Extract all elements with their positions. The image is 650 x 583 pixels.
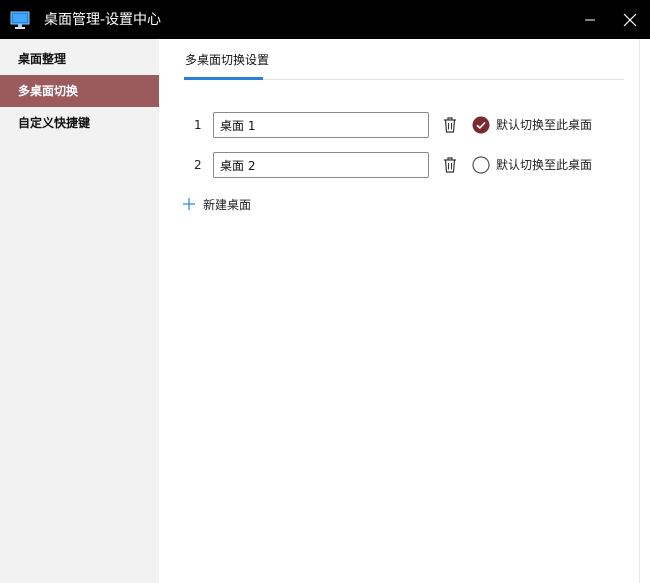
sidebar-item-multi-desktop[interactable]: 多桌面切换: [0, 75, 159, 107]
sidebar-item-desktop-organize[interactable]: 桌面整理: [0, 43, 159, 75]
monitor-icon: [10, 11, 30, 29]
minimize-icon: [585, 19, 595, 20]
close-button[interactable]: [610, 0, 650, 39]
desktop-row: 1 默认切换至此桌面: [159, 112, 639, 138]
tab-multi-desktop-settings[interactable]: 多桌面切换设置: [185, 51, 269, 69]
window-title: 桌面管理-设置中心: [44, 12, 162, 28]
plus-icon: [183, 198, 195, 210]
desktop-name-input[interactable]: [213, 112, 429, 138]
settings-window: 桌面管理-设置中心 桌面整理 多桌面切换 自定义快捷键 多桌面切换设置 1 桌面…: [0, 0, 650, 583]
sidebar-item-shortcuts[interactable]: 自定义快捷键: [0, 107, 159, 139]
title-bar[interactable]: 桌面管理-设置中心: [0, 0, 650, 39]
add-desktop-label: 新建桌面: [203, 198, 252, 212]
default-desktop-label[interactable]: 默认切换至此桌面: [496, 156, 592, 174]
tab-active-indicator: [184, 77, 263, 80]
minimize-button[interactable]: [570, 0, 610, 39]
sidebar: 桌面整理 多桌面切换 自定义快捷键: [0, 39, 159, 583]
radio-checked-icon[interactable]: [472, 116, 490, 134]
default-desktop-label[interactable]: 默认切换至此桌面: [496, 116, 592, 134]
desktop-row: 2 默认切换至此桌面: [159, 152, 639, 178]
window-edge: [639, 39, 650, 583]
desktop-name-input[interactable]: [213, 152, 429, 178]
radio-unchecked-icon[interactable]: [472, 156, 490, 174]
desktop-index: 2: [194, 158, 202, 172]
trash-icon[interactable]: [442, 116, 458, 134]
main-panel: 多桌面切换设置 1 默认切换至此桌面 2: [159, 39, 639, 583]
desktop-index: 1: [194, 118, 202, 132]
close-icon: [623, 13, 637, 26]
trash-icon[interactable]: [442, 156, 458, 174]
